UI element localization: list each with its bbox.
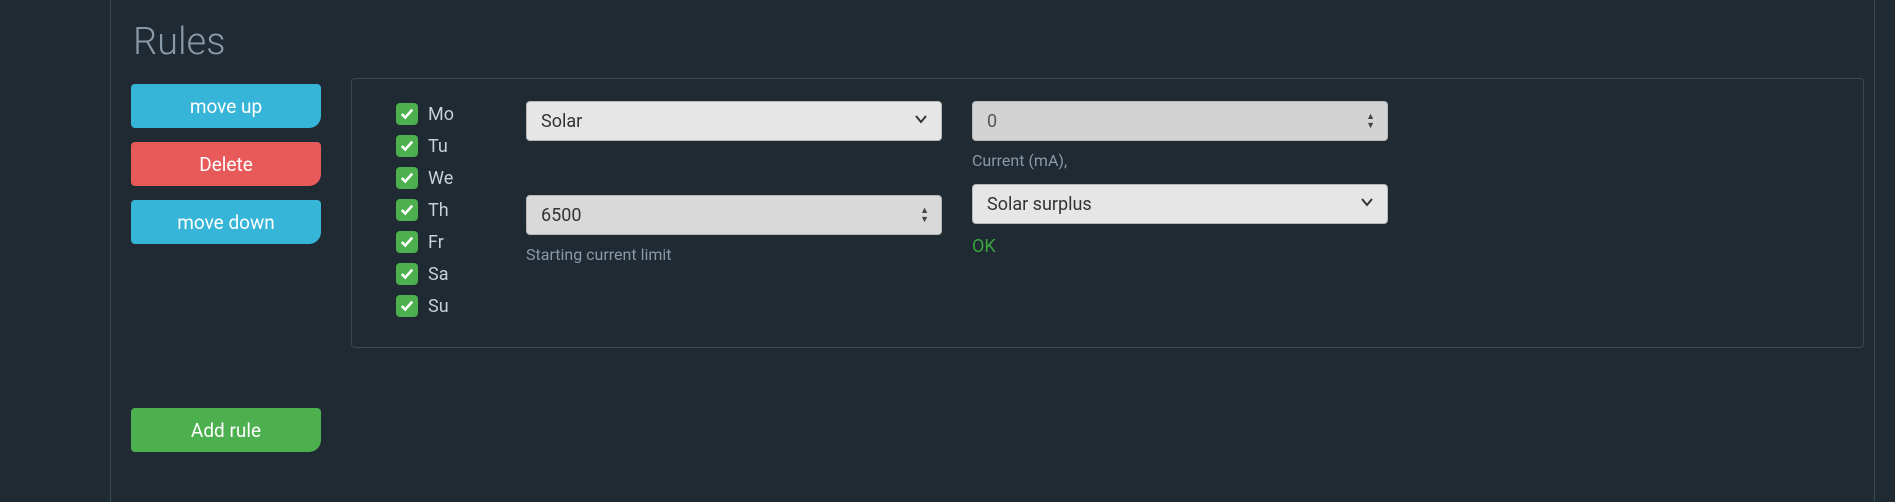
day-we[interactable]: We	[396, 167, 506, 189]
day-label: Tu	[428, 136, 448, 157]
starting-current-input[interactable]: 6500 ▲▼	[526, 195, 942, 235]
number-spinner-icon: ▲▼	[1366, 113, 1375, 130]
day-tu[interactable]: Tu	[396, 135, 506, 157]
current-value: 0	[987, 111, 997, 132]
rule-actions: move up Delete move down Add rule	[131, 84, 321, 452]
checkbox-icon	[396, 199, 418, 221]
day-fr[interactable]: Fr	[396, 231, 506, 253]
right-column: 0 ▲▼ Current (mA), Solar surplus OK	[972, 101, 1388, 317]
starting-current-help: Starting current limit	[526, 245, 942, 264]
middle-column: Solar 6500 ▲▼ Starting current limit	[526, 101, 942, 317]
chevron-down-icon	[913, 111, 929, 132]
checkbox-icon	[396, 295, 418, 317]
status-ok: OK	[972, 236, 1388, 257]
day-th[interactable]: Th	[396, 199, 506, 221]
mode-select[interactable]: Solar	[526, 101, 942, 141]
checkbox-icon	[396, 103, 418, 125]
starting-current-value: 6500	[541, 205, 581, 226]
day-su[interactable]: Su	[396, 295, 506, 317]
day-label: We	[428, 168, 453, 189]
checkbox-icon	[396, 231, 418, 253]
mode-select-value: Solar	[541, 111, 582, 132]
day-label: Th	[428, 200, 449, 221]
day-label: Su	[428, 296, 449, 317]
current-input[interactable]: 0 ▲▼	[972, 101, 1388, 141]
move-up-button[interactable]: move up	[131, 84, 321, 128]
current-label: Current (mA),	[972, 151, 1388, 170]
move-down-button[interactable]: move down	[131, 200, 321, 244]
day-mo[interactable]: Mo	[396, 103, 506, 125]
surplus-select-value: Solar surplus	[987, 194, 1092, 215]
surplus-select[interactable]: Solar surplus	[972, 184, 1388, 224]
chevron-down-icon	[1359, 194, 1375, 215]
days-column: Mo Tu We Th Fr	[396, 101, 506, 317]
section-title: Rules	[133, 20, 1874, 64]
add-rule-button[interactable]: Add rule	[131, 408, 321, 452]
day-label: Mo	[428, 104, 454, 125]
checkbox-icon	[396, 135, 418, 157]
day-label: Sa	[428, 264, 448, 285]
number-spinner-icon: ▲▼	[920, 207, 929, 224]
day-sa[interactable]: Sa	[396, 263, 506, 285]
checkbox-icon	[396, 167, 418, 189]
checkbox-icon	[396, 263, 418, 285]
delete-button[interactable]: Delete	[131, 142, 321, 186]
day-label: Fr	[428, 232, 444, 253]
rule-panel: Mo Tu We Th Fr	[351, 78, 1864, 348]
